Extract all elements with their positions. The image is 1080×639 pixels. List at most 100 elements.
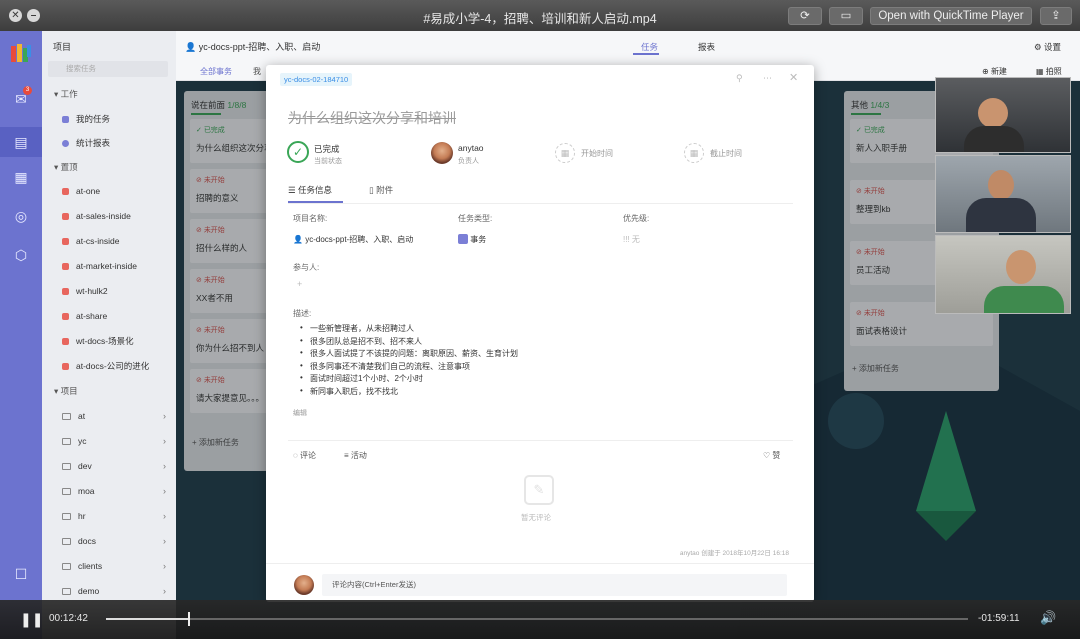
- task-type-icon: [458, 234, 468, 244]
- participant-face: [1006, 250, 1036, 284]
- sidebar-pinned-row: at-sales-inside: [42, 206, 176, 226]
- group-projects-label[interactable]: ▾ 项目: [54, 381, 78, 401]
- sidebar-folder-row[interactable]: yc ›: [42, 431, 176, 451]
- sidebar-item-folder[interactable]: demo: [62, 581, 99, 601]
- sidebar-folder-row[interactable]: at ›: [42, 406, 176, 426]
- sidebar-item-folder[interactable]: yc: [62, 431, 87, 451]
- trim-icon[interactable]: ▭: [829, 7, 863, 25]
- progress-track[interactable]: [106, 612, 968, 626]
- assignee-avatar[interactable]: [431, 142, 453, 164]
- target-icon[interactable]: ◎: [11, 206, 31, 226]
- sidebar-item-my-tasks[interactable]: 我的任务: [62, 109, 110, 129]
- sidebar-item-folder[interactable]: at: [62, 406, 85, 426]
- sidebar-header: 项目: [53, 42, 72, 52]
- sidebar-folder-row[interactable]: dev ›: [42, 456, 176, 476]
- folder-icon: [62, 513, 71, 520]
- rotate-icon[interactable]: ⟳: [788, 7, 822, 25]
- comment-icon: ◌: [293, 451, 298, 460]
- pause-icon[interactable]: ❚❚: [20, 611, 43, 628]
- new-button[interactable]: ⊕ 新建: [982, 66, 1007, 77]
- sidebar-search-input[interactable]: 搜索任务: [48, 61, 168, 77]
- sidebar-item-pinned[interactable]: wt-docs-场景化: [62, 331, 134, 351]
- tab-reports[interactable]: 报表: [698, 41, 715, 53]
- sidebar-item-pinned[interactable]: at-one: [62, 181, 100, 201]
- filter-all[interactable]: 全部事务: [200, 66, 232, 77]
- contacts-icon[interactable]: ☐: [11, 564, 31, 584]
- tab-comments[interactable]: ◌ 评论: [293, 450, 316, 461]
- tab-tasks[interactable]: 任务: [641, 41, 658, 53]
- settings-button[interactable]: ⚙ 设置: [1034, 41, 1061, 53]
- share-icon[interactable]: ⇪: [1040, 7, 1072, 25]
- folder-icon: [62, 463, 71, 470]
- task-id-badge[interactable]: yc-docs-02-184710: [280, 73, 353, 86]
- remaining-time: -01:59:11: [978, 613, 1020, 624]
- sidebar-item-folder[interactable]: dev: [62, 456, 92, 476]
- like-button[interactable]: ♡ 赞: [763, 450, 780, 461]
- sidebar-item-folder[interactable]: hr: [62, 506, 86, 526]
- sidebar-item-folder[interactable]: docs: [62, 531, 96, 551]
- pin-icon[interactable]: ⚲: [736, 73, 743, 84]
- tab-attachments[interactable]: ▯ 附件: [369, 184, 393, 196]
- chevron-right-icon[interactable]: ›: [163, 456, 166, 476]
- chevron-right-icon[interactable]: ›: [163, 581, 166, 601]
- done-check-icon[interactable]: ✓: [287, 141, 309, 163]
- sidebar-folder-row[interactable]: clients ›: [42, 556, 176, 576]
- volume-icon[interactable]: 🔊: [1040, 610, 1056, 626]
- tab-activity[interactable]: ≡ 活动: [344, 450, 367, 461]
- assignee-caption: 负责人: [458, 158, 479, 165]
- sidebar-folder-row[interactable]: moa ›: [42, 481, 176, 501]
- message-icon[interactable]: ✉ 3: [11, 86, 32, 109]
- close-icon[interactable]: ✕: [789, 71, 798, 84]
- sidebar-item-folder[interactable]: moa: [62, 481, 95, 501]
- project-name-value[interactable]: 👤 yc-docs-ppt-招聘、入职、启动: [293, 234, 413, 245]
- group-pinned-label[interactable]: ▾ 置顶: [54, 157, 78, 177]
- tab-task-info[interactable]: ☰ 任务信息: [288, 184, 332, 196]
- sidebar-item-pinned[interactable]: at-docs-公司的进化: [62, 356, 149, 376]
- comment-input[interactable]: 评论内容(Ctrl+Enter发送): [322, 574, 787, 596]
- start-date-field[interactable]: 开始时间: [581, 148, 613, 159]
- app-logo-icon[interactable]: [10, 42, 32, 64]
- sidebar-item-folder[interactable]: clients: [62, 556, 102, 576]
- progress-handle[interactable]: [187, 612, 190, 626]
- projects-icon[interactable]: ▤: [0, 127, 42, 157]
- priority-value[interactable]: !!! 无: [623, 234, 640, 245]
- edit-description-button[interactable]: 编辑: [293, 408, 307, 418]
- group-work-label[interactable]: ▾ 工作: [54, 84, 78, 104]
- chevron-right-icon[interactable]: ›: [163, 531, 166, 551]
- calendar-icon[interactable]: ▦: [11, 167, 31, 187]
- add-participant-button[interactable]: +: [297, 279, 302, 289]
- priority-label: 优先级:: [623, 214, 650, 223]
- video-participant-1[interactable]: [935, 77, 1071, 153]
- more-button[interactable]: ▦ 拍照: [1036, 66, 1062, 77]
- sidebar-item-pinned[interactable]: at-share: [62, 306, 107, 326]
- task-type-value[interactable]: 事务: [458, 234, 486, 245]
- sidebar-item-pinned[interactable]: wt-hulk2: [62, 281, 108, 301]
- filter-mine[interactable]: 我: [253, 66, 261, 77]
- chevron-right-icon[interactable]: ›: [163, 481, 166, 501]
- sidebar-item-pinned[interactable]: at-market-inside: [62, 256, 137, 276]
- open-with-quicktime-button[interactable]: Open with QuickTime Player: [870, 7, 1032, 25]
- sidebar-item-pinned[interactable]: at-cs-inside: [62, 231, 119, 251]
- chevron-right-icon[interactable]: ›: [163, 406, 166, 426]
- description-item: 新同事入职后，找不找北: [300, 386, 398, 397]
- video-participant-2[interactable]: [935, 155, 1071, 233]
- task-title[interactable]: 为什么组织这次分享和培训: [288, 108, 456, 128]
- sidebar-folder-row[interactable]: hr ›: [42, 506, 176, 526]
- start-date-icon[interactable]: ▦: [555, 143, 575, 163]
- due-date-field[interactable]: 截止时间: [710, 148, 742, 159]
- comment-divider: [288, 440, 793, 441]
- project-color-icon: [62, 338, 69, 345]
- chevron-right-icon[interactable]: ›: [163, 431, 166, 451]
- due-date-icon[interactable]: ▦: [684, 143, 704, 163]
- file-icon: ▯: [369, 185, 374, 195]
- project-icon: 👤: [293, 235, 303, 244]
- sidebar-folder-row[interactable]: demo ›: [42, 581, 176, 601]
- sidebar-item-pinned[interactable]: at-sales-inside: [62, 206, 131, 226]
- more-icon[interactable]: ⋯: [763, 73, 772, 84]
- chevron-right-icon[interactable]: ›: [163, 506, 166, 526]
- video-participant-3[interactable]: [935, 235, 1071, 314]
- chevron-right-icon[interactable]: ›: [163, 556, 166, 576]
- box-icon[interactable]: ⬡: [11, 245, 31, 265]
- sidebar-item-reports[interactable]: 统计报表: [62, 133, 110, 153]
- sidebar-folder-row[interactable]: docs ›: [42, 531, 176, 551]
